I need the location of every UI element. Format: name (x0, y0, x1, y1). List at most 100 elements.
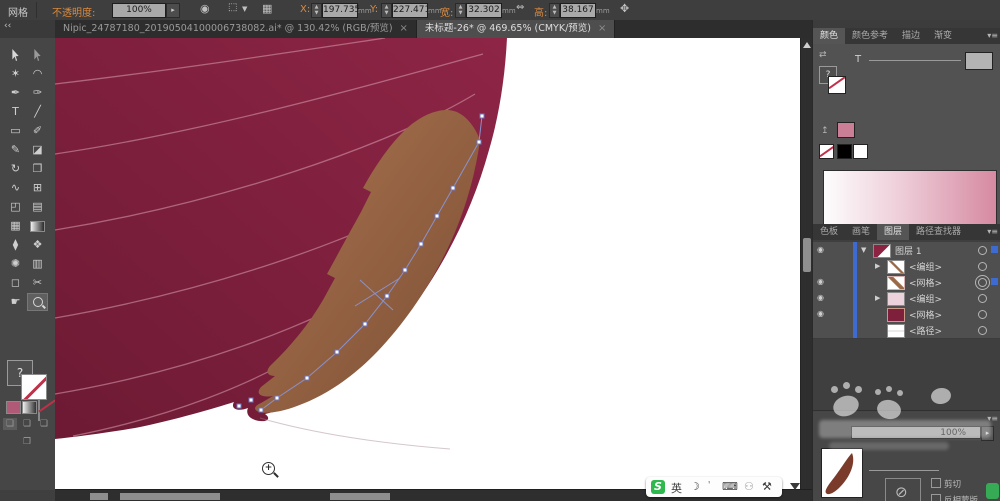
free-transform-tool[interactable]: ⊞ (27, 179, 48, 197)
layer-row-6[interactable]: <路径> (813, 322, 1000, 339)
zoom-tool[interactable] (27, 293, 48, 311)
paintbrush-tool[interactable]: ✐ (27, 122, 48, 140)
close-icon[interactable]: × (400, 23, 408, 34)
symbol-sprayer-tool[interactable]: ✺ (5, 255, 26, 273)
layer-name[interactable]: <网格> (909, 276, 942, 289)
color-spectrum-bar[interactable] (823, 170, 997, 232)
tab-swatches[interactable]: 色板 (813, 224, 845, 240)
visibility-eye-icon[interactable]: ◉ (817, 277, 824, 286)
layer-row-1[interactable]: ◉ ▼ 图层 1 (813, 242, 1000, 259)
tab-stroke[interactable]: 描边 (895, 28, 927, 44)
tab-color-guide[interactable]: 颜色参考 (845, 28, 895, 44)
draw-inside-button[interactable]: ❏ (37, 418, 51, 430)
rotate-tool[interactable]: ↻ (5, 160, 26, 178)
wrench-icon[interactable]: ⚒ (762, 480, 772, 493)
slice-tool[interactable]: ✂ (27, 274, 48, 292)
tab-pathfinder[interactable]: 路径查找器 (909, 224, 968, 240)
layer-name[interactable]: <网格> (909, 308, 942, 321)
artboard-canvas[interactable]: + (55, 38, 800, 489)
black-swatch[interactable] (837, 144, 852, 159)
height-input[interactable]: 38.167 (560, 3, 596, 18)
scrollbar-thumb[interactable] (803, 238, 811, 272)
gradient-tool[interactable] (27, 217, 48, 235)
direct-selection-tool[interactable] (27, 46, 48, 64)
rectangle-tool[interactable]: ▭ (5, 122, 26, 140)
invert-mask-checkbox[interactable]: 反相蒙版 (931, 494, 978, 501)
expand-icon[interactable]: ▶ (875, 294, 880, 302)
target-circle-icon[interactable] (978, 262, 987, 271)
target-circle-icon[interactable] (978, 246, 987, 255)
document-tab-2[interactable]: 未标题-26* @ 469.65% (CMYK/预览) × (416, 20, 616, 38)
screen-mode-button[interactable]: ❐ (20, 436, 34, 448)
visibility-eye-icon[interactable]: ◉ (817, 245, 824, 254)
brush-icon[interactable]: ❜ (708, 480, 711, 489)
scale-tool[interactable]: ❐ (27, 160, 48, 178)
keyboard-icon[interactable]: ⌨ (722, 480, 738, 493)
draw-normal-button[interactable]: ❏ (3, 418, 17, 430)
layer-thumbnail[interactable] (887, 308, 905, 322)
layer-thumbnail[interactable] (887, 324, 905, 338)
tab-color[interactable]: 颜色 (813, 28, 846, 44)
color-mode-button[interactable] (6, 401, 21, 414)
layer-row-5[interactable]: ◉ <网格> (813, 306, 1000, 323)
swap-fill-stroke-icon[interactable]: ⇄ (819, 50, 827, 60)
graph-tool[interactable]: ▥ (27, 255, 48, 273)
pen-tool[interactable]: ✒ (5, 84, 26, 102)
layer-name[interactable]: <编组> (909, 260, 942, 273)
eraser-tool[interactable]: ◪ (27, 141, 48, 159)
opacity-dropdown-icon[interactable]: ▸ (981, 426, 994, 441)
draw-behind-button[interactable]: ❏ (20, 418, 34, 430)
layer-thumbnail[interactable] (887, 276, 905, 290)
line-tool[interactable]: ╱ (27, 103, 48, 121)
scroll-up-icon[interactable] (803, 42, 811, 48)
sogou-logo-icon[interactable]: S (651, 480, 665, 494)
stroke-swatch[interactable] (21, 374, 47, 400)
width-tool[interactable]: ∿ (5, 179, 26, 197)
expand-icon[interactable]: ▼ (861, 246, 866, 254)
dropdown-caret-icon[interactable] (790, 483, 800, 490)
artboard-tool[interactable]: ◻ (5, 274, 26, 292)
hand-tool[interactable]: ☛ (5, 293, 26, 311)
panel-menu-icon[interactable]: ▾≡ (987, 414, 998, 423)
blend-tool[interactable]: ❖ (27, 236, 48, 254)
tab-layers[interactable]: 图层 (877, 224, 910, 240)
type-value-swatch[interactable] (965, 52, 993, 70)
layer-name[interactable]: 图层 1 (895, 244, 922, 257)
recolor-artwork-icon[interactable]: ◉ (200, 2, 210, 15)
width-stepper[interactable]: ▲ ▼ (455, 3, 466, 18)
layer-thumbnail[interactable] (887, 292, 905, 306)
shape-builder-tool[interactable]: ◰ (5, 198, 26, 216)
x-stepper[interactable]: ▲ ▼ (311, 3, 322, 18)
mesh-tool[interactable]: ▦ (5, 217, 26, 235)
align-grid-icon[interactable]: ▦ (262, 2, 272, 15)
status-chip[interactable] (90, 493, 108, 500)
tab-gradient[interactable]: 渐变 (927, 28, 959, 44)
pencil-tool[interactable]: ✎ (5, 141, 26, 159)
target-circle-icon[interactable] (978, 326, 987, 335)
moon-icon[interactable]: ☽ (690, 480, 700, 493)
mic-icon[interactable]: ⚇ (744, 480, 754, 493)
opacity-input[interactable]: 100% (112, 3, 166, 18)
free-transform-icon[interactable]: ✥ (620, 2, 629, 15)
target-circle-icon[interactable] (978, 278, 987, 287)
layer-thumbnail[interactable] (873, 244, 891, 258)
expand-icon[interactable]: ▶ (875, 262, 880, 270)
panel-menu-icon[interactable]: ▾≡ (987, 227, 998, 236)
layer-thumbnail[interactable] (887, 260, 905, 274)
mask-disabled-icon[interactable] (885, 478, 921, 501)
tab-brushes[interactable]: 画笔 (845, 224, 877, 240)
target-circle-icon[interactable] (978, 310, 987, 319)
current-color-swatch[interactable] (837, 122, 855, 138)
none-swatch[interactable] (819, 144, 834, 159)
panel-menu-icon[interactable]: ▾≡ (987, 31, 998, 40)
curvature-tool[interactable]: ✑ (27, 84, 48, 102)
visibility-eye-icon[interactable]: ◉ (817, 293, 824, 302)
checkbox-icon[interactable] (931, 494, 941, 501)
layer-name[interactable]: <编组> (909, 292, 942, 305)
layer-row-3[interactable]: ◉ <网格> (813, 274, 1000, 291)
y-input[interactable]: 227.471 (392, 3, 430, 18)
clip-checkbox[interactable]: 剪切 (931, 478, 961, 490)
layer-row-4[interactable]: ◉ ▶ <编组> (813, 290, 1000, 307)
ime-language-mode[interactable]: 英 (671, 480, 682, 496)
target-circle-icon[interactable] (978, 294, 987, 303)
